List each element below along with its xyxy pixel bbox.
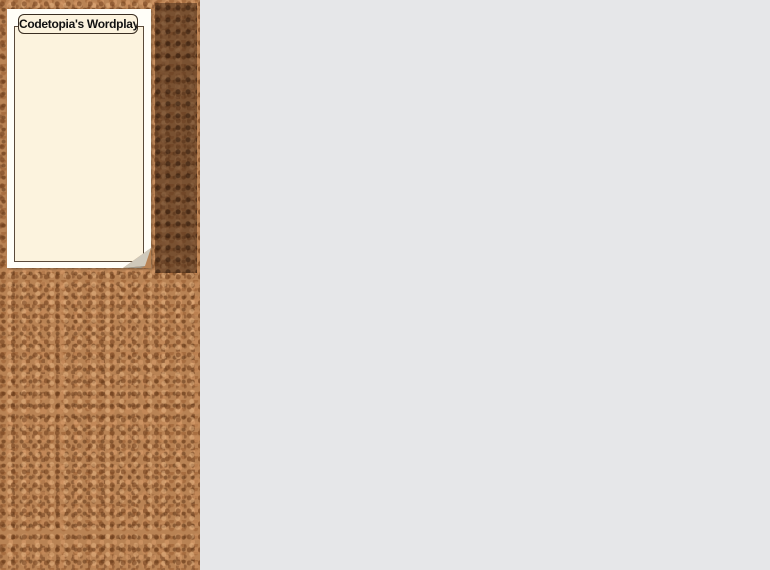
note-content-area — [14, 26, 144, 262]
note-shadow-strip — [155, 3, 197, 273]
corkboard-sidebar: Codetopia's Wordplay — [0, 0, 200, 570]
main-content-area — [200, 0, 770, 570]
wordplay-note[interactable]: Codetopia's Wordplay — [7, 9, 151, 268]
page: Codetopia's Wordplay — [0, 0, 770, 570]
note-title: Codetopia's Wordplay — [18, 14, 138, 34]
page-curl-icon[interactable] — [115, 248, 151, 268]
